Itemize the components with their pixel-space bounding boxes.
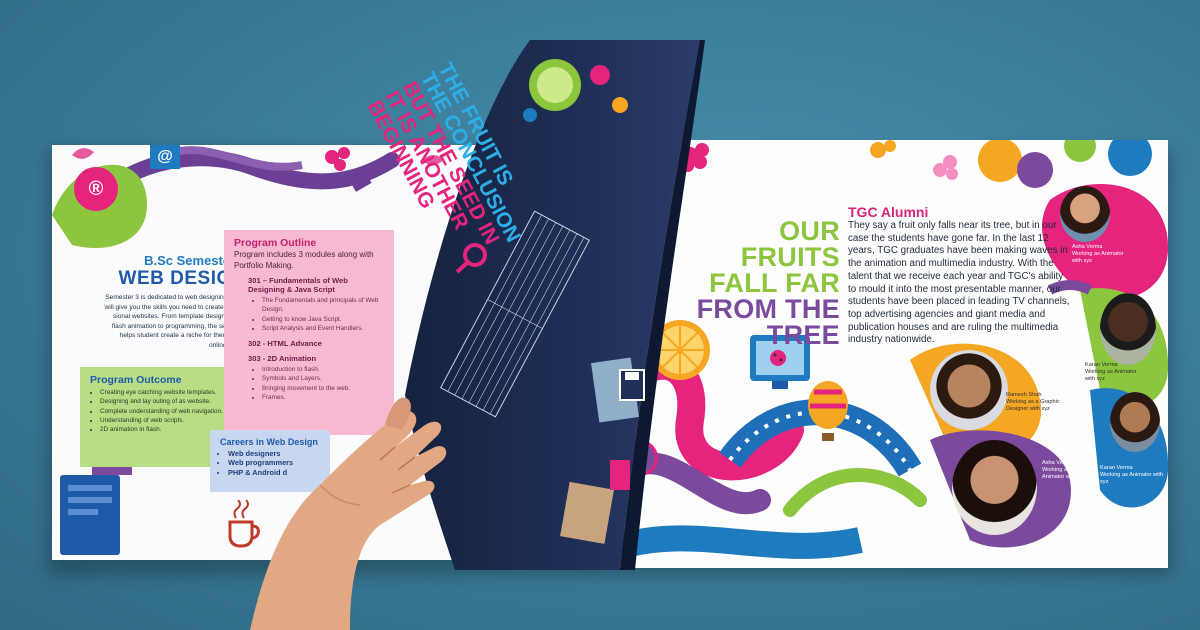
alumni-caption: Karan Verma Working as Animator with xyz xyxy=(1085,362,1145,383)
hot-air-balloon-icon xyxy=(808,381,848,441)
module-title: 302 - HTML Advance xyxy=(248,339,322,349)
alumni-caption: Asha Verma Working as Animator with xyz xyxy=(1072,244,1132,265)
alumni-portrait xyxy=(1100,293,1156,365)
module-item: Symbols and Layers. xyxy=(262,374,384,383)
floppy-disk-icon xyxy=(619,369,645,401)
email-icon: @ xyxy=(150,145,180,169)
alumni-caption: Ramesh Shah Working as a Graphic Designe… xyxy=(1006,392,1068,413)
program-outline-intro: Program includes 3 modules along with Po… xyxy=(234,250,374,270)
alumni-name: Karan Verma xyxy=(1100,465,1133,471)
alumni-block: TGC Alumni They say a fruit only falls n… xyxy=(848,204,1073,347)
module-item: Introduction to flash. xyxy=(262,365,384,374)
alumni-portrait xyxy=(1110,392,1160,452)
hand xyxy=(250,397,447,630)
program-outcome-title: Program Outcome xyxy=(90,374,182,386)
alumni-title: TGC Alumni xyxy=(848,204,929,220)
module-title: 301 – Fundamentals of Web Designing & Ja… xyxy=(248,276,348,294)
alumni-name: Asha Verma xyxy=(1072,244,1103,250)
registered-icon: ® xyxy=(74,167,118,211)
alumni-name: Karan Verma xyxy=(1085,362,1118,368)
alumni-portrait xyxy=(1060,186,1110,242)
module-item: Script Analysis and Event Handlers. xyxy=(262,324,384,333)
alumni-caption: Karan Verma Working as Animator with xyz xyxy=(1100,465,1164,486)
alumni-role: Working as a Graphic Designer with xyz xyxy=(1006,399,1060,412)
module-item: The Fundamentals and principals of Web D… xyxy=(262,296,384,315)
alumni-caption: Asha Verma Working as Animator with xyz xyxy=(1042,460,1092,481)
alumni-role: Working as Animator with xyz xyxy=(1072,251,1124,264)
alumni-portrait xyxy=(930,350,1008,430)
ladybug-icon xyxy=(770,350,786,366)
alumni-role: Working as Animator with xyz xyxy=(1085,369,1137,382)
alumni-role: Working as Animator with xyz xyxy=(1100,472,1164,485)
alumni-name: Ramesh Shah xyxy=(1006,392,1042,398)
brochure-photo: ® @ B.Sc Semester 3 WEB DESIGN Semester … xyxy=(0,0,1200,630)
alumni-name: Asha Verma xyxy=(1042,460,1073,466)
module-title: 303 - 2D Animation xyxy=(248,354,317,364)
alumni-role: Working as Animator with xyz xyxy=(1042,467,1086,480)
alumni-portrait xyxy=(952,440,1037,535)
module-item: Getting to know Java Script. xyxy=(262,315,384,324)
alumni-body: They say a fruit only falls near its tre… xyxy=(848,220,1070,346)
program-outline-title: Program Outline xyxy=(234,237,317,249)
